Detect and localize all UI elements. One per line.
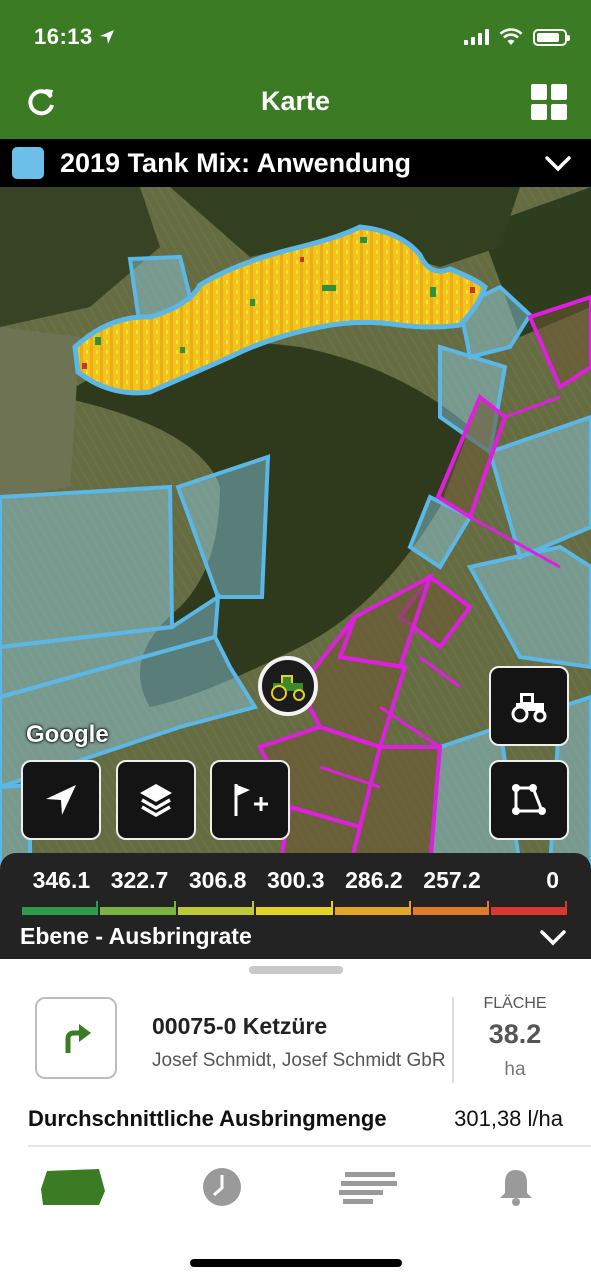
- rate-legend[interactable]: 346.1 322.7 306.8 300.3 286.2 257.2 0 Ebene - …: [0, 853, 591, 959]
- legend-value: 286.2: [345, 867, 403, 893]
- legend-color-bar: [256, 901, 333, 915]
- legend-value: 306.8: [188, 867, 247, 893]
- status-bar: 16:13: [34, 22, 570, 52]
- map-view[interactable]: Google: [0, 187, 591, 867]
- draw-boundary-button[interactable]: [489, 760, 569, 840]
- chevron-down-icon[interactable]: [539, 923, 567, 951]
- tractor-icon: [271, 675, 305, 701]
- tab-history[interactable]: [187, 1165, 257, 1209]
- layers-icon: [140, 784, 172, 818]
- location-arrow-icon: [99, 30, 114, 44]
- area-value: 38.2: [488, 1019, 542, 1049]
- legend-value: 346.1: [32, 867, 91, 893]
- field-details-sheet[interactable]: 00075-0 Ketzüre Josef Schmidt, Josef Sch…: [0, 959, 591, 1147]
- battery-icon: [533, 28, 570, 46]
- bell-icon: [500, 1170, 532, 1206]
- legend-color-bar: [490, 901, 568, 915]
- average-rate-value: 301,38 l/ha: [454, 1106, 563, 1131]
- legend-item: 0: [490, 867, 569, 915]
- tractor-location-marker[interactable]: [258, 656, 318, 716]
- tab-map[interactable]: [38, 1165, 108, 1209]
- legend-value: 322.7: [110, 867, 169, 893]
- area-unit: ha: [504, 1059, 526, 1080]
- legend-color-bar: [100, 901, 177, 915]
- legend-item: 346.1: [22, 867, 100, 915]
- average-rate-label: Durchschnittliche Ausbringmenge: [28, 1106, 387, 1131]
- field-name: 00075-0 Ketzüre: [152, 1013, 328, 1039]
- cellular-signal-icon: [464, 29, 489, 45]
- layers-button[interactable]: [116, 760, 196, 840]
- equipment-button[interactable]: [489, 666, 569, 746]
- my-location-button[interactable]: [21, 760, 101, 840]
- google-attribution: Google: [26, 721, 109, 748]
- legend-color-bar: [178, 901, 255, 915]
- legend-value: 300.3: [267, 867, 325, 893]
- legend-item: 322.7: [100, 867, 178, 915]
- layer-name: 2019 Tank Mix: Anwendung: [60, 147, 412, 178]
- navigation-arrow-icon: [46, 785, 76, 815]
- turn-right-arrow-icon: [65, 1024, 91, 1053]
- field-owner: Josef Schmidt, Josef Schmidt GbR: [152, 1050, 446, 1071]
- home-indicator[interactable]: [190, 1259, 402, 1267]
- legend-color-bar: [412, 901, 489, 915]
- sheet-drag-handle[interactable]: [249, 966, 343, 974]
- page-title: Karte: [260, 86, 331, 116]
- legend-item: 286.2: [334, 867, 413, 915]
- tab-list[interactable]: [334, 1165, 404, 1209]
- add-flag-button[interactable]: [210, 760, 290, 840]
- status-time: 16:13: [34, 24, 93, 49]
- legend-scale: 346.1 322.7 306.8 300.3 286.2 257.2 0: [22, 867, 569, 915]
- legend-color-bar: [22, 901, 99, 915]
- chevron-down-icon[interactable]: [543, 148, 573, 178]
- legend-title: Ebene - Ausbringrate: [20, 923, 252, 949]
- clock-icon: [203, 1168, 241, 1206]
- flag-plus-icon: [234, 784, 268, 816]
- legend-item: 300.3: [256, 867, 334, 915]
- legend-value: 257.2: [423, 867, 481, 893]
- tab-notifications[interactable]: [481, 1165, 551, 1209]
- top-app-bar: 16:13 Karte: [0, 0, 591, 139]
- navigate-button[interactable]: [35, 997, 117, 1079]
- legend-color-bar: [334, 901, 411, 915]
- legend-item: 257.2: [412, 867, 491, 915]
- polygon-draw-icon: [512, 784, 546, 815]
- divider: [452, 997, 454, 1083]
- legend-value: 0: [546, 867, 559, 893]
- legend-item: 306.8: [178, 867, 256, 915]
- field-map-icon: [41, 1169, 105, 1205]
- list-bars-icon: [339, 1172, 397, 1204]
- wifi-icon: [499, 28, 523, 45]
- area-label: FLÄCHE: [483, 995, 547, 1012]
- tractor-outline-icon: [511, 693, 547, 723]
- bottom-tab-bar: [0, 1147, 591, 1280]
- grid-menu-icon[interactable]: [531, 84, 567, 120]
- layer-color-swatch: [12, 147, 44, 179]
- layer-selector[interactable]: 2019 Tank Mix: Anwendung: [0, 139, 591, 187]
